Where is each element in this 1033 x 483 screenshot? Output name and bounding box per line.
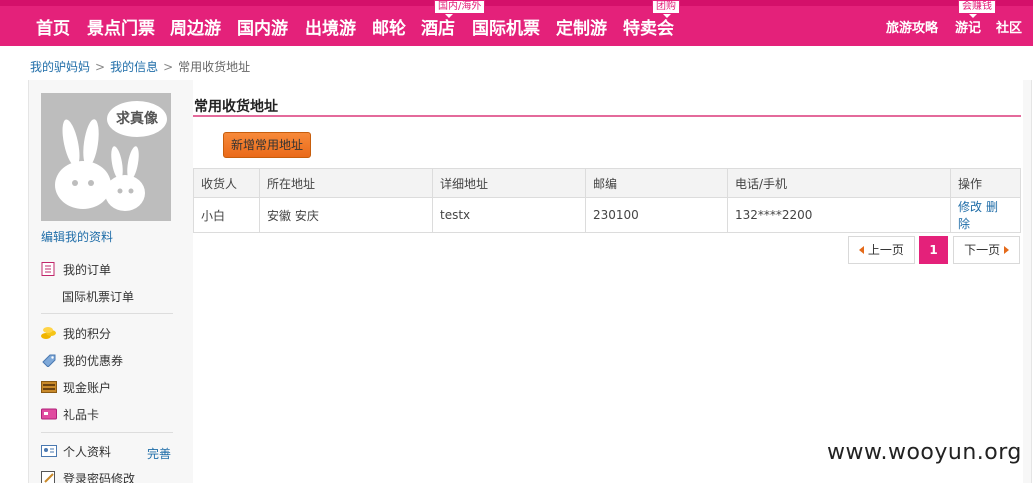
cell-actions: 修改 删除 [950,197,1021,233]
sidebar: 求真像 编辑我的资料 我的订单 国际机票订单 我的积分 我的优惠券 现金账户 礼… [29,80,179,483]
hotel-tag-badge: 国内/海外 [434,0,486,18]
nav-domestic[interactable]: 国内游 [237,14,288,39]
sidebar-item-label: 我的积分 [63,327,112,341]
current-page-button[interactable]: 1 [919,236,948,264]
address-table: 收货人 所在地址 详细地址 邮编 电话/手机 操作 小白 安徽 安庆 testx… [193,168,1021,233]
sale-tag-badge: 团购 [652,0,680,18]
profile-card-icon [41,444,57,458]
add-address-button[interactable]: 新增常用地址 [223,132,311,158]
sidebar-item-intl-orders[interactable]: 国际机票订单 [62,287,134,307]
page-body: 求真像 编辑我的资料 我的订单 国际机票订单 我的积分 我的优惠券 现金账户 礼… [28,80,1032,483]
breadcrumb-separator: > [95,60,106,74]
nav-nearby[interactable]: 周边游 [170,14,221,39]
cell-name: 小白 [193,197,260,233]
profile-complete-link[interactable]: 完善 [147,445,171,462]
prev-page-button[interactable]: 上一页 [848,236,915,264]
sidebar-item-points[interactable]: 我的积分 [41,324,111,344]
cell-zip: 230100 [585,197,728,233]
giftcard-icon [41,407,57,421]
table-header-row: 收货人 所在地址 详细地址 邮编 电话/手机 操作 [193,168,1021,198]
sidebar-item-label: 我的优惠券 [63,354,124,368]
nav-guides[interactable]: 旅游攻略 [886,17,938,36]
order-icon [41,262,57,276]
sidebar-item-coupons[interactable]: 我的优惠券 [41,351,123,371]
cell-region: 安徽 安庆 [259,197,433,233]
column-header: 详细地址 [432,168,586,198]
nav-tickets[interactable]: 景点门票 [87,14,155,39]
column-header: 邮编 [585,168,728,198]
breadcrumb: 我的驴妈妈 > 我的信息 > 常用收货地址 [30,58,250,75]
sidebar-divider [41,313,173,314]
edit-address-link[interactable]: 修改 [958,200,982,214]
page-title: 常用收货地址 [194,99,278,115]
nav-notes[interactable]: 游记 [955,17,981,36]
nav-home[interactable]: 首页 [36,14,70,39]
title-divider [193,115,1021,117]
coins-icon [41,326,57,340]
wallet-icon [41,380,57,394]
sidebar-item-orders[interactable]: 我的订单 [41,260,111,280]
sidebar-item-label: 现金账户 [63,381,112,395]
sidebar-item-label: 个人资料 [63,445,112,459]
nav-outbound[interactable]: 出境游 [305,14,356,39]
column-header: 电话/手机 [727,168,951,198]
nav-intl-flights[interactable]: 国际机票 [472,14,540,39]
sidebar-item-label: 礼品卡 [63,408,100,422]
breadcrumb-current: 常用收货地址 [178,60,251,74]
sidebar-item-cash[interactable]: 现金账户 [41,378,111,398]
avatar-bubble-text: 求真像 [107,101,167,137]
arrow-right-icon [1003,246,1009,254]
coupon-icon [41,353,57,368]
watermark: www.wooyun.org [827,440,1022,465]
next-page-label: 下一页 [964,243,1001,257]
edit-pencil-icon [41,471,57,483]
column-header: 操作 [950,168,1021,198]
next-page-button[interactable]: 下一页 [953,236,1020,264]
nav-cruise[interactable]: 邮轮 [372,14,406,39]
prev-page-label: 上一页 [867,243,904,257]
notes-tag-badge: 会赚钱 [958,0,996,18]
cell-detail: testx [432,197,586,233]
cell-phone: 132****2200 [727,197,951,233]
sidebar-divider [41,432,173,433]
top-nav-bar: 首页 景点门票 周边游 国内游 出境游 邮轮 酒店 国际机票 定制游 特卖会 国… [0,0,1033,46]
column-header: 所在地址 [259,168,433,198]
nav-community[interactable]: 社区 [996,17,1022,36]
sidebar-item-giftcard[interactable]: 礼品卡 [41,405,99,425]
column-header: 收货人 [193,168,260,198]
nav-custom[interactable]: 定制游 [556,14,607,39]
arrow-left-icon [859,246,865,254]
sidebar-item-label: 登录密码修改 [63,472,136,483]
sidebar-item-label: 国际机票订单 [62,290,135,304]
table-row: 小白 安徽 安庆 testx 230100 132****2200 修改 删除 [193,197,1021,233]
sidebar-item-label: 我的订单 [63,263,112,277]
breadcrumb-separator: > [163,60,174,74]
breadcrumb-home-link[interactable]: 我的驴妈妈 [30,60,90,74]
avatar[interactable]: 求真像 [41,93,171,221]
sidebar-item-password[interactable]: 登录密码修改 [41,469,135,483]
main-content: 常用收货地址 新增常用地址 收货人 所在地址 详细地址 邮编 电话/手机 操作 … [193,80,1023,483]
edit-profile-link[interactable]: 编辑我的资料 [41,228,113,245]
breadcrumb-info-link[interactable]: 我的信息 [110,60,158,74]
sidebar-item-profile[interactable]: 个人资料 [41,442,111,462]
